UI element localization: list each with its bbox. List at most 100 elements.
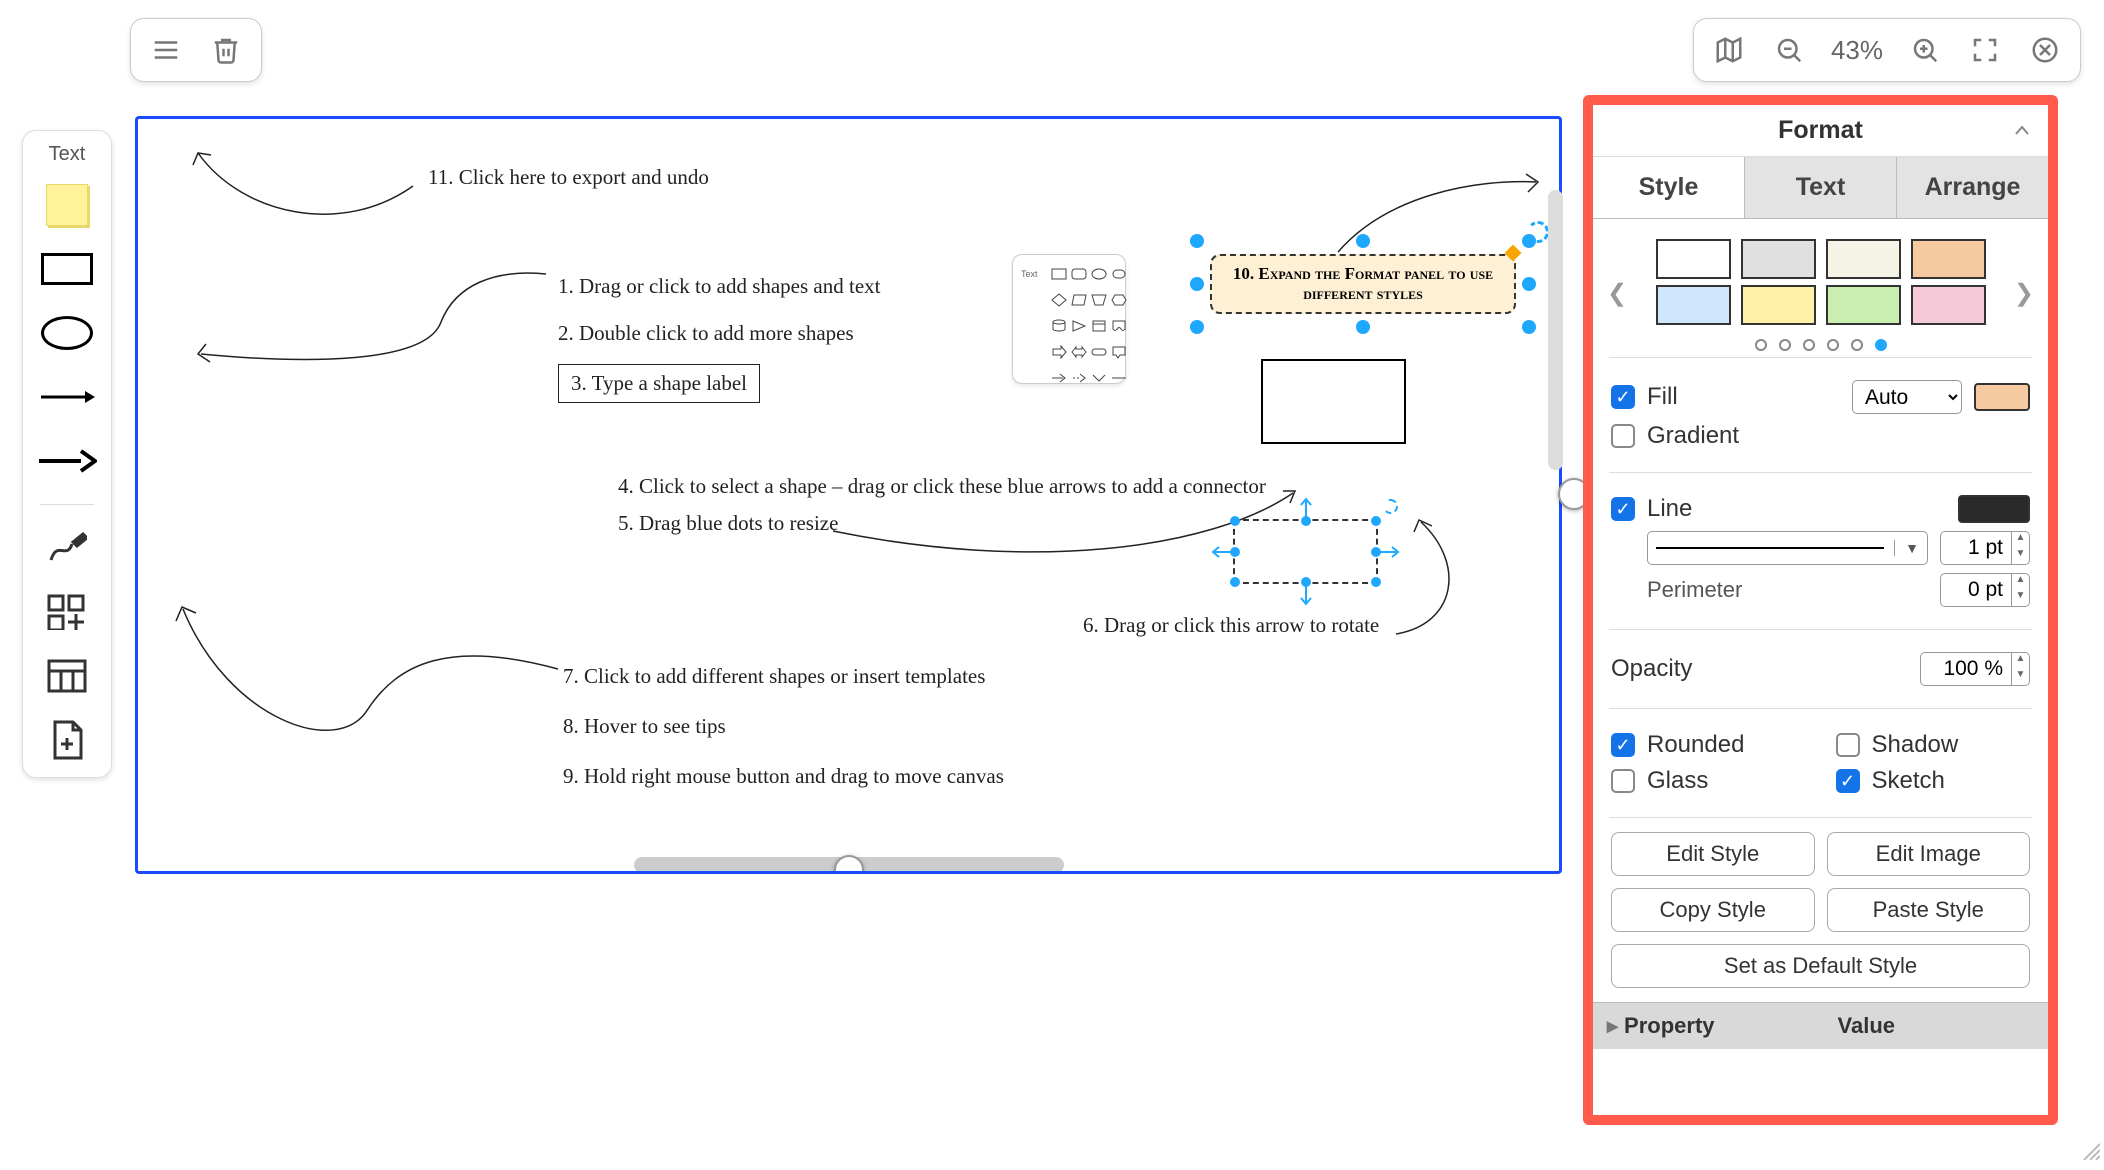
fill-color-chip[interactable] <box>1974 383 2030 411</box>
trash-icon[interactable] <box>203 27 249 73</box>
opacity-stepper[interactable]: ▲▼ <box>2012 652 2030 686</box>
fill-mode-select[interactable]: Auto <box>1852 380 1962 414</box>
resize-handle[interactable] <box>1356 320 1370 334</box>
insert-table-icon[interactable] <box>37 651 97 701</box>
selected-shape-tip10[interactable]: 10. Expand the Format panel to use diffe… <box>1210 254 1516 314</box>
edit-image-button[interactable]: Edit Image <box>1827 832 2031 876</box>
property-table-header[interactable]: ▸ Property Value <box>1593 1002 2048 1049</box>
resize-handle[interactable] <box>1190 234 1204 248</box>
tip-arrow-6 <box>1386 514 1476 644</box>
line-style-select[interactable]: ▼ <box>1647 531 1928 565</box>
connector-arrow-icon[interactable] <box>1298 586 1314 608</box>
opacity-input[interactable] <box>1920 652 2012 686</box>
tab-style[interactable]: Style <box>1593 157 1744 218</box>
line-width-input[interactable] <box>1940 531 2012 565</box>
fill-checkbox[interactable] <box>1611 385 1635 409</box>
format-title: Format <box>1778 116 1863 145</box>
hamburger-menu-icon[interactable] <box>143 27 189 73</box>
zoom-in-icon[interactable] <box>1902 27 1948 73</box>
example-rectangle[interactable] <box>1261 359 1406 444</box>
tip-5: 5. Drag blue dots to resize <box>618 511 838 536</box>
ellipse-tool[interactable] <box>37 308 97 358</box>
rotate-handle-icon[interactable] <box>1383 499 1398 514</box>
line-checkbox[interactable] <box>1611 497 1635 521</box>
resize-handle[interactable] <box>1356 234 1370 248</box>
connector-arrow-icon[interactable] <box>1209 544 1231 560</box>
paste-style-button[interactable]: Paste Style <box>1827 888 2031 932</box>
format-panel-header: Format <box>1593 105 2048 157</box>
tab-arrange[interactable]: Arrange <box>1896 157 2048 218</box>
tip-3-box[interactable]: 3. Type a shape label <box>558 364 760 403</box>
style-swatch[interactable] <box>1911 239 1986 279</box>
perimeter-stepper[interactable]: ▲▼ <box>2012 573 2030 607</box>
diagram-canvas[interactable]: 11. Click here to export and undo 1. Dra… <box>135 116 1562 874</box>
shape-palette: Text <box>22 130 112 778</box>
connector-arrow-icon[interactable] <box>1298 495 1314 517</box>
menu-toolbar <box>130 18 262 82</box>
style-swatch[interactable] <box>1826 239 1901 279</box>
sticky-note-tool[interactable] <box>37 180 97 230</box>
add-shapes-icon[interactable] <box>37 587 97 637</box>
window-resize-grip-icon[interactable] <box>2080 1140 2100 1166</box>
collapse-panel-icon[interactable] <box>2012 119 2032 148</box>
copy-style-button[interactable]: Copy Style <box>1611 888 1815 932</box>
insert-template-icon[interactable] <box>37 715 97 765</box>
zoom-level[interactable]: 43% <box>1826 35 1888 66</box>
resize-handle[interactable] <box>1522 277 1536 291</box>
line-width-stepper[interactable]: ▲▼ <box>2012 531 2030 565</box>
glass-checkbox[interactable] <box>1611 769 1635 793</box>
shape-double-click-picker[interactable]: Text <box>1012 254 1126 384</box>
line-color-chip[interactable] <box>1958 495 2030 523</box>
swatch-next-icon[interactable]: ❯ <box>2014 279 2034 308</box>
shadow-checkbox[interactable] <box>1836 733 1860 757</box>
tip-9: 9. Hold right mouse button and drag to m… <box>563 764 1004 789</box>
glass-label: Glass <box>1647 767 1708 795</box>
tab-text[interactable]: Text <box>1744 157 1896 218</box>
style-swatch[interactable] <box>1741 239 1816 279</box>
canvas-scrollbar-vertical[interactable] <box>1548 190 1563 470</box>
rounded-checkbox[interactable] <box>1611 733 1635 757</box>
rectangle-tool[interactable] <box>37 244 97 294</box>
outline-map-icon[interactable] <box>1706 27 1752 73</box>
swatch-pager[interactable] <box>1639 339 2002 351</box>
set-default-style-button[interactable]: Set as Default Style <box>1611 944 2030 988</box>
resize-handle[interactable] <box>1230 516 1240 526</box>
swatch-prev-icon[interactable]: ❮ <box>1607 279 1627 308</box>
picker-text-label[interactable]: Text <box>1021 263 1047 285</box>
canvas-scrollbar-horizontal[interactable] <box>634 857 1064 873</box>
scrollbar-knob[interactable] <box>834 855 864 874</box>
arrow-tool[interactable] <box>37 436 97 486</box>
resize-handle[interactable] <box>1301 516 1311 526</box>
resize-handle[interactable] <box>1190 320 1204 334</box>
palette-text-label[interactable]: Text <box>49 143 86 166</box>
zoom-out-icon[interactable] <box>1766 27 1812 73</box>
style-swatch[interactable] <box>1656 239 1731 279</box>
style-swatch[interactable] <box>1656 285 1731 325</box>
expand-triangle-icon[interactable]: ▸ <box>1607 1013 1618 1039</box>
fullscreen-icon[interactable] <box>1962 27 2008 73</box>
resize-handle[interactable] <box>1522 234 1536 248</box>
perimeter-input[interactable] <box>1940 573 2012 607</box>
resize-handle[interactable] <box>1190 277 1204 291</box>
style-swatch[interactable] <box>1741 285 1816 325</box>
format-tabs: Style Text Arrange <box>1593 157 2048 219</box>
edit-style-button[interactable]: Edit Style <box>1611 832 1815 876</box>
gradient-checkbox[interactable] <box>1611 424 1635 448</box>
freehand-tool-icon[interactable] <box>37 523 97 573</box>
line-tool[interactable] <box>37 372 97 422</box>
line-label: Line <box>1647 495 1692 523</box>
style-swatch[interactable] <box>1826 285 1901 325</box>
sketch-checkbox[interactable] <box>1836 769 1860 793</box>
connector-arrow-icon[interactable] <box>1380 544 1402 560</box>
resize-handle[interactable] <box>1371 577 1381 587</box>
resize-handle[interactable] <box>1230 577 1240 587</box>
style-swatches-row1 <box>1639 239 2002 279</box>
close-icon[interactable] <box>2022 27 2068 73</box>
view-toolbar: 43% <box>1693 18 2081 82</box>
example-selected-shape[interactable] <box>1233 519 1378 584</box>
resize-handle[interactable] <box>1522 320 1536 334</box>
resize-handle[interactable] <box>1230 547 1240 557</box>
resize-handle[interactable] <box>1371 516 1381 526</box>
tip-8: 8. Hover to see tips <box>563 714 726 739</box>
style-swatch[interactable] <box>1911 285 1986 325</box>
